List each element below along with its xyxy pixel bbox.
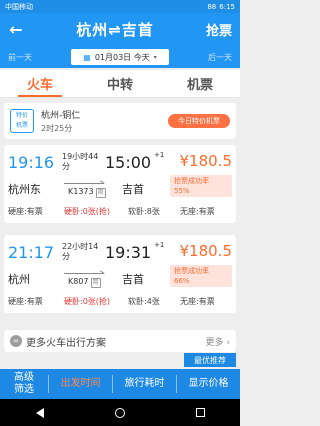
special-route: 杭州-铜仁: [41, 111, 81, 121]
seat-soft-sleeper: 软卧:8张: [128, 207, 160, 216]
seat-hard-sleeper-label: 硬卧:0张(抢): [64, 297, 111, 306]
status-bar: 中国移动 88 6:15: [0, 0, 240, 13]
sort-travel-time[interactable]: 旅行耗时: [113, 378, 176, 390]
seat-hard: 硬座:有票: [8, 207, 43, 216]
badge-line2: 机票: [15, 122, 28, 129]
tab-train[interactable]: 火车: [0, 70, 80, 97]
departure-station: 杭州: [8, 273, 30, 286]
more-options-label: 更多火车出行方案: [26, 337, 106, 349]
badge-line1: 特价: [15, 112, 28, 119]
seat-hard-sleeper: 硬卧:0张(抢): [64, 206, 110, 217]
seat-hard-sleeper-label: 硬卧:0张(抢): [64, 207, 111, 216]
arrival-time: 19:31: [105, 243, 152, 262]
nav-back-icon[interactable]: [35, 407, 44, 418]
train-number: K807 简: [68, 277, 101, 288]
arrival-time: 15:00: [105, 153, 152, 172]
seat-standing: 无座:有票: [180, 297, 215, 306]
transport-tabs: 火车 中转 机票: [0, 70, 240, 98]
arrival-station: 吉首: [122, 273, 144, 286]
price: ¥180.5: [179, 152, 233, 170]
tab-transfer[interactable]: 中转: [80, 70, 160, 97]
train-number-label: K807: [68, 277, 89, 286]
next-day-button[interactable]: 后一天: [208, 52, 232, 63]
price: ¥180.5: [179, 242, 233, 260]
grab-success-rate: 抢票成功率 55%: [170, 175, 232, 197]
best-recommend-badge[interactable]: 最优推荐: [184, 353, 236, 367]
carrier-label: 中国移动: [5, 2, 33, 11]
arrow-icon: [64, 269, 104, 274]
clock: 6:15: [219, 2, 235, 11]
battery-level: 88: [207, 2, 217, 11]
show-price-toggle[interactable]: 显示价格: [177, 378, 240, 390]
prev-day-button[interactable]: 前一天: [8, 52, 32, 63]
arrival-station: 吉首: [122, 183, 144, 196]
date-picker[interactable]: ▦ 01月03日 今天 ▾: [71, 49, 169, 65]
departure-station: 杭州东: [8, 183, 41, 196]
header-bar: ← 杭州⇌吉首 抢票: [0, 13, 240, 46]
seat-standing: 无座:有票: [180, 207, 215, 216]
nav-recent-icon[interactable]: [195, 408, 205, 417]
nav-home-icon[interactable]: [114, 407, 125, 418]
tab-flight[interactable]: 机票: [160, 70, 240, 97]
seat-hard: 硬座:有票: [8, 297, 43, 306]
advanced-filter-button[interactable]: 高级筛选: [0, 372, 48, 396]
rate-value: 66%: [174, 277, 190, 285]
special-flight-badge: 特价 机票: [10, 109, 34, 133]
rate-value: 55%: [174, 187, 190, 195]
system-nav-bar: [0, 399, 240, 426]
seat-hard-sleeper: 硬卧:0张(抢): [64, 296, 110, 307]
status-right: 88 6:15: [207, 3, 235, 11]
date-label: 01月03日 今天: [94, 52, 150, 62]
arrow-icon: [64, 179, 104, 184]
train-number-label: K1373: [68, 187, 94, 196]
grab-ticket-button[interactable]: 抢票: [198, 20, 240, 39]
rate-label: 抢票成功率: [174, 177, 209, 185]
seat-soft-sleeper: 软卧:4张: [128, 297, 160, 306]
sort-depart-time[interactable]: 出发时间: [49, 378, 112, 390]
route-title: 杭州⇌吉首: [76, 21, 154, 39]
more-button[interactable]: 更多 ›: [206, 335, 230, 348]
jian-badge: 简: [90, 278, 101, 288]
duration: 19小时44分: [62, 152, 99, 171]
rate-label: 抢票成功率: [174, 267, 209, 275]
calendar-icon: ▦: [83, 52, 91, 62]
special-duration: 2时25分: [41, 124, 73, 133]
advanced-filter-label: 高级筛选: [14, 372, 34, 395]
date-bar: 前一天 ▦ 01月03日 今天 ▾ 后一天: [0, 46, 240, 68]
special-flight-card[interactable]: 特价 机票 杭州-铜仁 2时25分 今日特价机票: [4, 103, 236, 139]
train-number: K1373 简: [68, 187, 106, 198]
filter-bar: 高级筛选 出发时间 旅行耗时 显示价格: [0, 369, 240, 399]
train-card[interactable]: 21:17 22小时14分 19:31 +1 ¥180.5 杭州 K807 简 吉…: [4, 235, 236, 313]
grab-success-rate: 抢票成功率 66%: [170, 265, 232, 287]
special-tag: 今日特价机票: [168, 114, 230, 128]
departure-time: 19:16: [8, 153, 55, 172]
back-button[interactable]: ←: [0, 13, 32, 46]
departure-time: 21:17: [8, 243, 55, 262]
chevron-down-icon: ▾: [153, 53, 157, 61]
next-day-marker: +1: [154, 241, 165, 249]
left-arrow-icon: ←: [9, 20, 23, 39]
duration: 22小时14分: [62, 242, 99, 261]
link-icon: ∞: [10, 335, 22, 347]
jian-badge: 简: [95, 188, 106, 198]
next-day-marker: +1: [154, 151, 165, 159]
more-options-row[interactable]: ∞ 更多火车出行方案 更多 ›: [4, 330, 236, 352]
train-card[interactable]: 19:16 19小时44分 15:00 +1 ¥180.5 杭州东 K1373 简…: [4, 145, 236, 223]
